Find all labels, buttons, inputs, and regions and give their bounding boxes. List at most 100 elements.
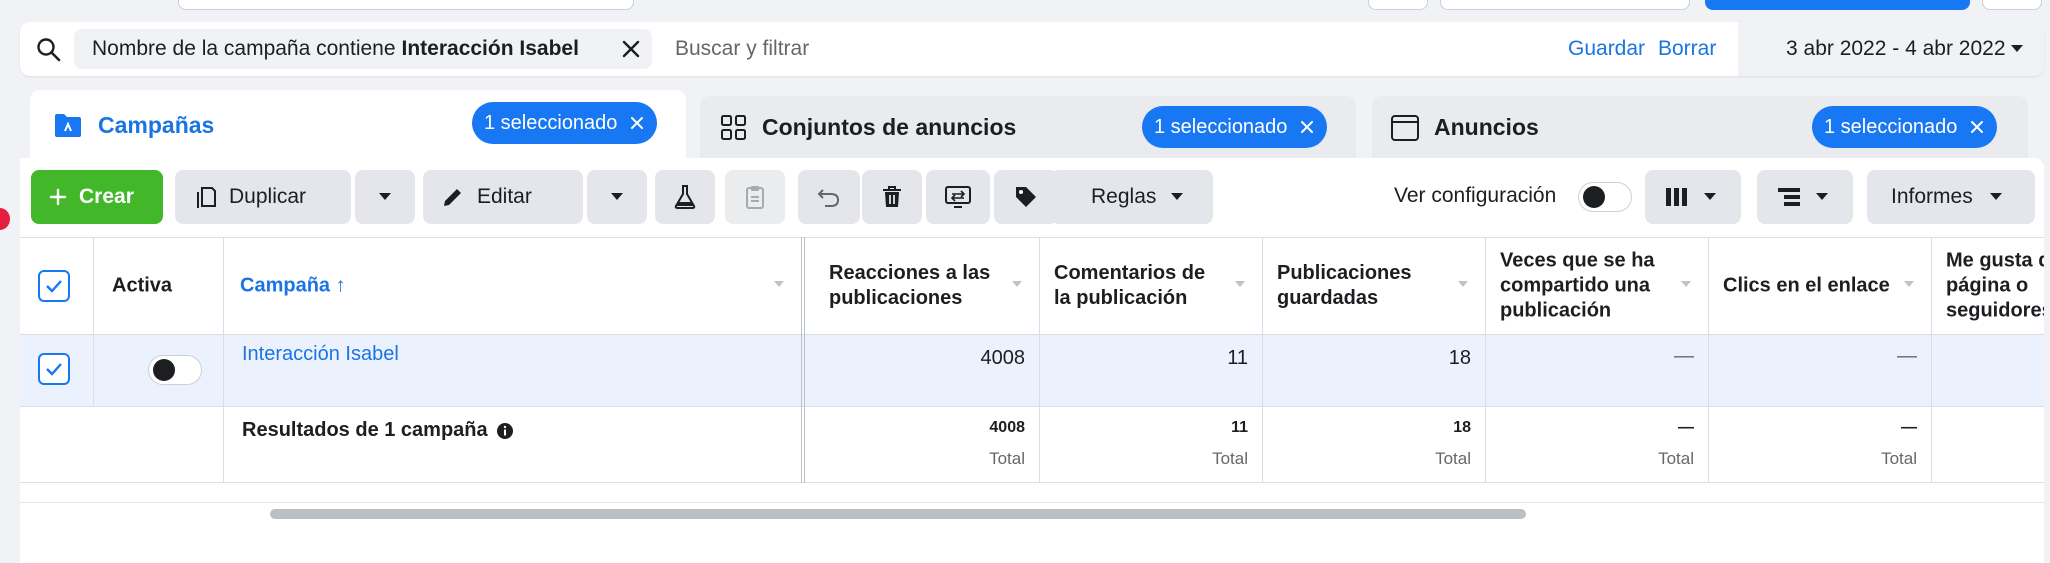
- filter-chip[interactable]: Nombre de la campaña contiene Interacció…: [74, 29, 652, 69]
- sort-caret-icon[interactable]: [1903, 280, 1915, 288]
- header-select-all[interactable]: [20, 238, 94, 334]
- reactions-value: 4008: [980, 347, 1026, 369]
- duplicate-dropdown-button[interactable]: [355, 170, 415, 224]
- paste-button[interactable]: [725, 170, 785, 224]
- tab-ad-sets[interactable]: Conjuntos de anuncios 1 seleccionado: [700, 96, 1356, 162]
- reports-button[interactable]: Informes: [1867, 170, 2035, 224]
- sort-caret-icon[interactable]: [773, 280, 785, 288]
- header-campaign[interactable]: Campaña ↑: [224, 238, 801, 334]
- delete-button[interactable]: [862, 170, 922, 224]
- campaign-name-link[interactable]: Interacción Isabel: [242, 343, 399, 366]
- header-shares-line: compartido una: [1500, 274, 1651, 297]
- header-reactions-line: publicaciones: [829, 287, 963, 309]
- columns-icon: [1665, 187, 1689, 207]
- clear-filter-link[interactable]: Borrar: [1658, 37, 1716, 61]
- selection-pill[interactable]: 1 seleccionado: [472, 102, 658, 144]
- caret-down-icon: [1703, 192, 1717, 202]
- row-checkbox[interactable]: [38, 353, 70, 385]
- selection-pill[interactable]: 1 seleccionado: [1812, 106, 1998, 148]
- results-label: Resultados de 1 campaña: [242, 419, 514, 442]
- row-page-likes-cell: [1932, 335, 2044, 406]
- header-shares[interactable]: Veces que se ha compartido una publicación: [1486, 238, 1709, 334]
- sort-caret-icon[interactable]: [1680, 280, 1692, 288]
- duplicate-button[interactable]: Duplicar: [175, 170, 351, 224]
- sort-caret-icon[interactable]: [1457, 280, 1469, 288]
- campaign-active-toggle[interactable]: [148, 355, 202, 385]
- header-shares-line: Veces que se ha: [1500, 249, 1655, 272]
- view-settings-toggle[interactable]: [1578, 182, 1632, 212]
- header-comments-line: Comentarios de: [1054, 262, 1206, 284]
- header-campaign-label: Campaña ↑: [240, 274, 346, 297]
- header-reactions[interactable]: Reacciones a las publicaciones: [815, 238, 1040, 334]
- header-saved[interactable]: Publicaciones guardadas: [1263, 238, 1486, 334]
- toggle-knob: [1583, 186, 1605, 208]
- row-shares-cell: —: [1486, 335, 1709, 406]
- filter-chip-prefix: Nombre de la campaña contiene: [92, 37, 396, 60]
- plus-icon: [49, 188, 67, 206]
- caret-down-icon: [378, 192, 392, 202]
- rules-button[interactable]: Reglas: [1051, 170, 1213, 224]
- header-link-clicks-label: Clics en el enlace: [1723, 274, 1890, 297]
- selection-pill-label: 1 seleccionado: [1154, 115, 1288, 138]
- totals-empty-cell: [20, 407, 224, 482]
- info-icon[interactable]: [496, 422, 514, 440]
- caret-down-icon: [610, 192, 624, 202]
- trash-icon: [881, 185, 903, 209]
- totals-link-clicks-value: —: [1901, 419, 1917, 436]
- tab-campaigns[interactable]: Campañas 1 seleccionado: [30, 90, 686, 160]
- cropped-primary-button[interactable]: [1705, 0, 1970, 10]
- search-icon: [36, 37, 62, 63]
- duplicate-icon: [195, 185, 217, 209]
- results-label-text: Resultados de 1 campaña: [242, 419, 488, 441]
- close-icon[interactable]: [620, 38, 642, 60]
- folder-icon: [54, 112, 82, 138]
- flask-icon: [673, 184, 697, 210]
- total-caption: Total: [1212, 449, 1248, 468]
- shares-value: —: [1674, 345, 1694, 367]
- view-settings-label: Ver configuración: [1394, 184, 1557, 207]
- row-link-clicks-cell: —: [1709, 335, 1932, 406]
- undo-button[interactable]: [798, 170, 860, 224]
- caret-down-icon: [1989, 192, 2003, 202]
- select-all-checkbox[interactable]: [38, 270, 70, 302]
- caret-down-icon: [1170, 192, 1184, 202]
- duplicate-button-label: Duplicar: [229, 185, 307, 208]
- sort-caret-icon[interactable]: [1234, 280, 1246, 288]
- breakdown-button[interactable]: [1757, 170, 1853, 224]
- header-page-likes-line: página o: [1946, 274, 2029, 297]
- search-input[interactable]: Buscar y filtrar: [675, 37, 809, 61]
- cropped-button[interactable]: [1368, 0, 1428, 10]
- sort-caret-icon[interactable]: [1011, 280, 1023, 288]
- cropped-button[interactable]: [1982, 0, 2042, 10]
- search-filter-bar: Nombre de la campaña contiene Interacció…: [20, 22, 2044, 76]
- close-icon[interactable]: [1969, 119, 1985, 135]
- breakdown-icon: [1777, 187, 1801, 207]
- horizontal-scrollbar[interactable]: [270, 509, 1526, 519]
- tag-button[interactable]: [994, 170, 1058, 224]
- edit-dropdown-button[interactable]: [587, 170, 647, 224]
- caret-down-icon: [1815, 192, 1829, 202]
- close-icon[interactable]: [629, 115, 645, 131]
- create-button[interactable]: Crear: [31, 170, 163, 224]
- header-comments[interactable]: Comentarios de la publicación: [1040, 238, 1263, 334]
- table-row[interactable]: Interacción Isabel 4008 11 18 — —: [20, 335, 2044, 407]
- save-filter-link[interactable]: Guardar: [1568, 37, 1645, 61]
- close-icon[interactable]: [1299, 119, 1315, 135]
- columns-button[interactable]: [1645, 170, 1741, 224]
- cropped-button[interactable]: [1440, 0, 1690, 10]
- transfer-icon: [944, 185, 972, 209]
- selection-pill[interactable]: 1 seleccionado: [1142, 106, 1328, 148]
- edit-button[interactable]: Editar: [423, 170, 583, 224]
- frozen-column-divider[interactable]: [801, 237, 805, 483]
- header-link-clicks[interactable]: Clics en el enlace: [1709, 238, 1932, 334]
- date-range-picker[interactable]: 3 abr 2022 - 4 abr 2022: [1738, 22, 2044, 76]
- tab-ads[interactable]: Anuncios 1 seleccionado: [1372, 96, 2028, 162]
- header-active[interactable]: Activa: [94, 238, 224, 334]
- share-button[interactable]: [926, 170, 990, 224]
- top-toolbar-cropped: [0, 0, 2050, 14]
- ab-test-button[interactable]: [655, 170, 715, 224]
- header-saved-line: Publicaciones: [1277, 262, 1412, 284]
- cropped-field[interactable]: [178, 0, 634, 10]
- row-select-cell[interactable]: [20, 335, 94, 406]
- header-page-likes[interactable]: Me gusta depágina oseguidores: [1932, 238, 2044, 334]
